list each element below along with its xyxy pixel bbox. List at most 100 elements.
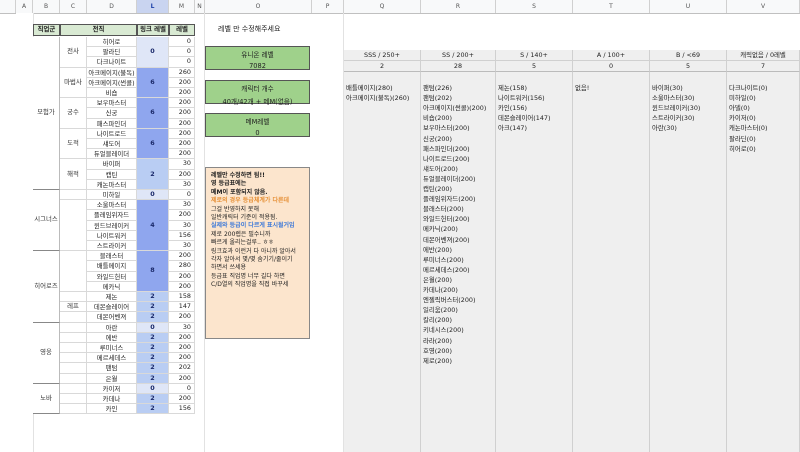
tier-item[interactable]: 아델(0)	[729, 103, 750, 113]
level-cell[interactable]: 0	[169, 37, 195, 48]
tier-item[interactable]: 스트라이커(30)	[652, 113, 695, 123]
col-header-v[interactable]: V	[727, 0, 800, 13]
tier-header[interactable]: B / <69	[650, 50, 727, 61]
link-rank-cell[interactable]: 0	[137, 190, 169, 201]
job-name-cell[interactable]: 아크메이지(썬콜)	[87, 77, 137, 88]
level-cell[interactable]: 200	[169, 251, 195, 262]
job-group-cell[interactable]: 노바	[33, 383, 60, 415]
level-cell[interactable]: 200	[169, 271, 195, 282]
col-header-c[interactable]: C	[60, 0, 87, 13]
job-name-cell[interactable]: 다크나이트	[87, 57, 137, 68]
tier-item[interactable]: 아란(30)	[652, 123, 677, 133]
col-header-b[interactable]: B	[33, 0, 60, 13]
level-cell[interactable]: 30	[169, 179, 195, 190]
tier-item[interactable]: 배틀메이지(280)	[346, 83, 393, 93]
tier-item[interactable]: 라라(200)	[423, 336, 452, 346]
link-rank-cell[interactable]: 0	[137, 37, 169, 68]
tier-item[interactable]: 블래스터(200)	[423, 204, 464, 214]
col-header-a[interactable]: A	[16, 0, 33, 13]
subgroup-cell[interactable]: 마법사	[60, 67, 87, 99]
link-rank-cell[interactable]: 2	[137, 292, 169, 303]
level-cell[interactable]: 200	[169, 88, 195, 99]
job-name-cell[interactable]: 배틀메이지	[87, 261, 137, 272]
level-cell[interactable]: 200	[169, 343, 195, 354]
level-cell[interactable]: 0	[169, 190, 195, 201]
col-header-r[interactable]: R	[421, 0, 496, 13]
subgroup-cell[interactable]	[60, 251, 87, 292]
tier-header[interactable]: A / 100+	[573, 50, 650, 61]
job-name-cell[interactable]: 나이트로드	[87, 128, 137, 139]
job-name-cell[interactable]: 에반	[87, 332, 137, 343]
subgroup-cell[interactable]: 도적	[60, 128, 87, 160]
link-rank-cell[interactable]: 2	[137, 373, 169, 384]
tier-item[interactable]: 에반(200)	[423, 245, 452, 255]
link-rank-cell[interactable]: 2	[137, 312, 169, 323]
tier-item[interactable]: 메카닉(200)	[423, 224, 458, 234]
col-header-u[interactable]: U	[650, 0, 727, 13]
job-name-cell[interactable]: 비숍	[87, 88, 137, 99]
link-rank-cell[interactable]: 2	[137, 302, 169, 313]
level-cell[interactable]: 147	[169, 302, 195, 313]
subgroup-cell[interactable]	[60, 404, 87, 415]
tier-item[interactable]: 칼리(200)	[423, 315, 452, 325]
tier-count[interactable]: 2	[344, 61, 421, 72]
job-group-cell[interactable]: 모험가	[33, 37, 60, 190]
col-header-d[interactable]: D	[87, 0, 137, 13]
mm-level-box[interactable]: 메M레벨 0	[205, 113, 310, 137]
job-name-cell[interactable]: 루미너스	[87, 343, 137, 354]
job-name-cell[interactable]: 와일드헌터	[87, 271, 137, 282]
tier-item[interactable]: 카이저(0)	[729, 113, 756, 123]
tier-item[interactable]: 데몬슬레이어(147)	[498, 113, 550, 123]
tier-item[interactable]: 팬텀(226)	[423, 83, 452, 93]
level-cell[interactable]: 200	[169, 312, 195, 323]
tier-header[interactable]: S / 140+	[496, 50, 573, 61]
tier-item[interactable]: 다크나이트(0)	[729, 83, 767, 93]
subgroup-cell[interactable]: 해적	[60, 159, 87, 190]
level-cell[interactable]: 200	[169, 108, 195, 119]
job-name-cell[interactable]: 카이저	[87, 383, 137, 394]
col-header-n[interactable]: N	[195, 0, 205, 13]
tier-item[interactable]: 제로(200)	[423, 356, 452, 366]
tier-count[interactable]: 28	[421, 61, 496, 72]
level-cell[interactable]: 200	[169, 353, 195, 364]
level-cell[interactable]: 200	[169, 149, 195, 160]
subgroup-cell[interactable]	[60, 332, 87, 343]
tier-item[interactable]: 아크메이지(썬콜)(200)	[423, 103, 486, 113]
link-rank-cell[interactable]: 8	[137, 251, 169, 292]
tier-item[interactable]: 루미너스(200)	[423, 255, 464, 265]
subgroup-cell[interactable]	[60, 373, 87, 384]
tier-item[interactable]: 플레임위자드(200)	[423, 194, 475, 204]
tier-item[interactable]: 캐논마스터(0)	[729, 123, 767, 133]
level-cell[interactable]: 30	[169, 220, 195, 231]
job-name-cell[interactable]: 패스파인더	[87, 118, 137, 129]
level-cell[interactable]: 30	[169, 322, 195, 333]
tier-item[interactable]: 키네시스(200)	[423, 325, 464, 335]
job-name-cell[interactable]: 미하일	[87, 190, 137, 201]
subgroup-cell[interactable]: 레프	[60, 302, 87, 313]
tier-item[interactable]: 호영(200)	[423, 346, 452, 356]
tier-item[interactable]: 데몬어벤져(200)	[423, 235, 470, 245]
subgroup-cell[interactable]: 전사	[60, 37, 87, 68]
subgroup-cell[interactable]	[60, 292, 87, 303]
level-cell[interactable]: 30	[169, 241, 195, 252]
level-cell[interactable]: 200	[169, 169, 195, 180]
col-header-t[interactable]: T	[573, 0, 650, 13]
col-header-q[interactable]: Q	[344, 0, 421, 13]
col-header-o[interactable]: O	[205, 0, 312, 13]
level-cell[interactable]: 200	[169, 210, 195, 221]
col-header-m[interactable]: M	[169, 0, 195, 13]
level-cell[interactable]: 200	[169, 118, 195, 129]
job-name-cell[interactable]: 바이퍼	[87, 159, 137, 170]
char-count-box[interactable]: 캐릭터 개수 40개/42개 + 메M(없음)	[205, 80, 310, 106]
link-rank-cell[interactable]: 2	[137, 332, 169, 343]
subgroup-cell[interactable]	[60, 383, 87, 394]
subgroup-cell[interactable]	[60, 394, 87, 405]
union-level-box[interactable]: 유니온 레벨 7082	[205, 46, 310, 70]
tier-item[interactable]: 바이퍼(30)	[652, 83, 683, 93]
link-rank-cell[interactable]: 2	[137, 159, 169, 190]
subgroup-cell[interactable]	[60, 190, 87, 201]
subgroup-cell[interactable]: 궁수	[60, 98, 87, 129]
job-name-cell[interactable]: 윈드브레이커	[87, 220, 137, 231]
subgroup-cell[interactable]	[60, 363, 87, 374]
tier-item[interactable]: 카인(156)	[498, 103, 527, 113]
